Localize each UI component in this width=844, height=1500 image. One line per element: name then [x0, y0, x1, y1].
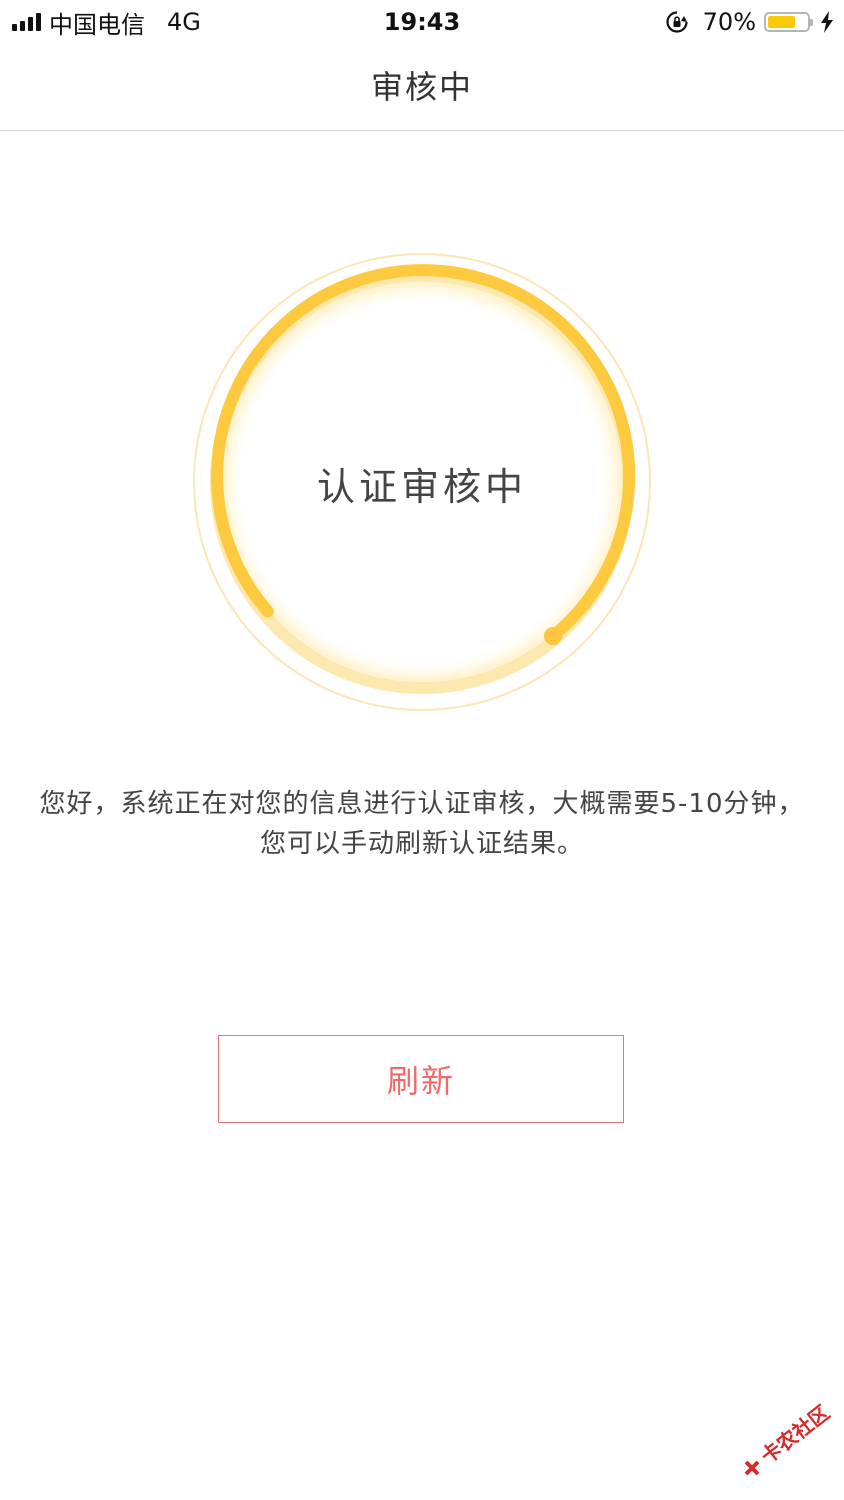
status-bar-right: 70% — [665, 6, 834, 38]
battery-fill — [768, 16, 795, 28]
nav-bar: 审核中 — [0, 44, 844, 131]
page-title: 审核中 — [370, 68, 473, 106]
refresh-button-label: 刷新 — [386, 1062, 455, 1100]
watermark-logo: 卡农社区 — [744, 1400, 832, 1476]
status-bar: 中国电信 4G 19:43 70% — [0, 0, 844, 44]
charging-bolt-icon — [821, 11, 833, 33]
svg-text:卡农社区: 卡农社区 — [756, 1400, 832, 1468]
ring-label: 认证审核中 — [316, 465, 527, 509]
orientation-lock-icon — [666, 11, 688, 33]
refresh-button[interactable]: 刷新 — [218, 1035, 624, 1123]
battery-percent: 70% — [702, 8, 756, 36]
battery-icon — [764, 12, 813, 32]
review-status-ring: 认证审核中 — [192, 252, 652, 712]
progress-dot — [544, 627, 562, 645]
review-message: 您好，系统正在对您的信息进行认证审核，大概需要5-10分钟，您可以手动刷新认证结… — [39, 789, 805, 859]
